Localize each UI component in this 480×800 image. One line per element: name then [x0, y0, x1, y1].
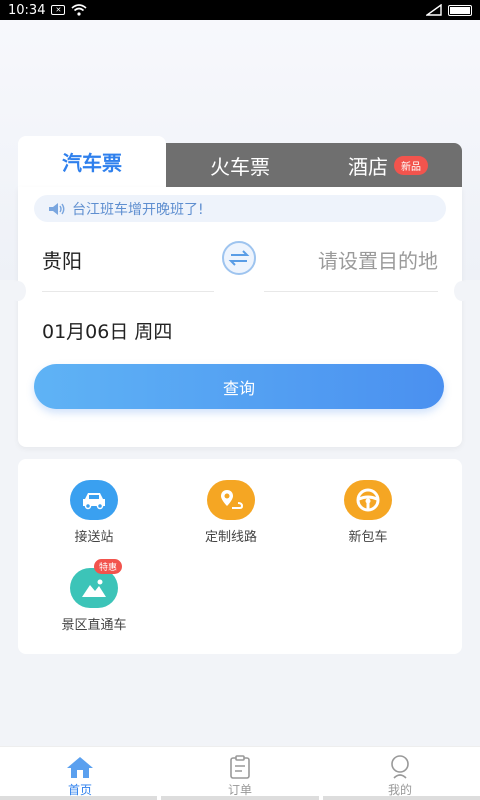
service-pickup-station[interactable]: 接送站	[34, 480, 154, 545]
services-panel: 接送站 定制线路 新包车 特惠 景区直通车	[18, 459, 462, 654]
status-bar: 10:34 ✕	[0, 0, 480, 20]
service-label: 景区直通车	[61, 618, 127, 633]
mountain-icon: 特惠	[70, 559, 122, 608]
system-nav-bar	[0, 796, 480, 800]
service-label: 定制线路	[204, 530, 257, 545]
service-charter[interactable]: 新包车	[308, 480, 428, 545]
departure-date[interactable]: 01月06日 周四	[42, 317, 172, 344]
discount-badge: 特惠	[93, 559, 122, 574]
home-icon	[67, 757, 93, 778]
notification-icon: ✕	[51, 5, 66, 15]
query-button[interactable]: 查询	[34, 364, 444, 409]
notice-text: 台江班车增开晚班了!	[72, 201, 204, 218]
status-time: 10:34	[8, 2, 46, 18]
divider	[42, 291, 214, 292]
speaker-icon	[49, 202, 65, 215]
ticket-notch-right	[454, 281, 470, 301]
search-card: 台江班车增开晚班了! 贵阳 请设置目的地 01月06日 周四 查询	[10, 187, 470, 447]
nav-mine[interactable]: 我的	[350, 753, 450, 798]
departure-city[interactable]: 贵阳	[42, 245, 82, 274]
nav-orders[interactable]: 订单	[190, 753, 290, 798]
user-icon	[391, 755, 409, 779]
swap-icon[interactable]	[220, 239, 258, 277]
car-icon	[70, 480, 118, 520]
destination-input[interactable]: 请设置目的地	[318, 245, 438, 274]
tab-hotel[interactable]: 酒店 新品	[314, 143, 462, 187]
steering-wheel-icon	[344, 480, 392, 520]
signal-icon	[426, 4, 442, 16]
bottom-nav: 首页 订单 我的	[0, 746, 480, 800]
route-pin-icon	[207, 480, 255, 520]
tab-train[interactable]: 火车票	[166, 143, 314, 187]
service-scenic-express[interactable]: 特惠 景区直通车	[34, 559, 154, 633]
service-custom-route[interactable]: 定制线路	[171, 480, 291, 545]
wifi-icon	[71, 4, 87, 16]
nav-home[interactable]: 首页	[30, 753, 130, 798]
service-label: 接送站	[74, 530, 114, 545]
new-badge: 新品	[394, 155, 428, 175]
service-label: 新包车	[348, 530, 388, 545]
notice-bar[interactable]: 台江班车增开晚班了!	[34, 195, 446, 222]
battery-icon	[448, 4, 472, 16]
tab-bus[interactable]: 汽车票	[18, 136, 166, 187]
clipboard-icon	[230, 755, 250, 779]
ticket-notch-left	[10, 281, 26, 301]
divider	[264, 291, 438, 292]
